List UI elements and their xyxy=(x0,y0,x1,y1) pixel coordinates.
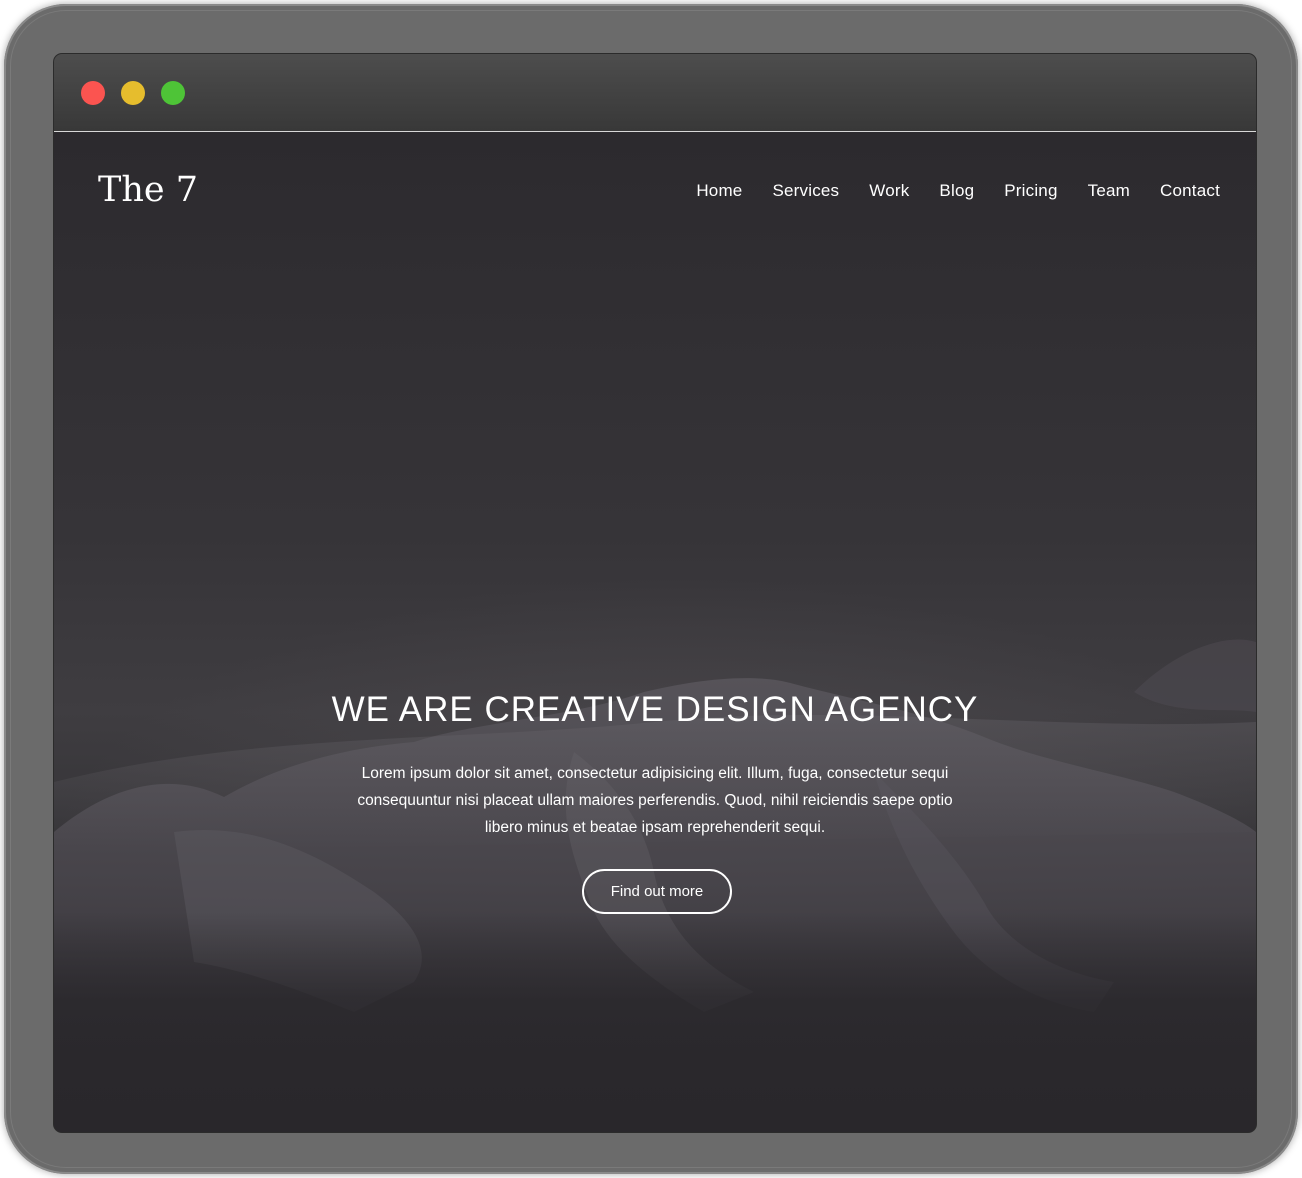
hero-title: WE ARE CREATIVE DESIGN AGENCY xyxy=(331,690,979,729)
zoom-window-button[interactable] xyxy=(161,81,185,105)
minimize-window-button[interactable] xyxy=(121,81,145,105)
hero-description: Lorem ipsum dolor sit amet, consectetur … xyxy=(357,765,953,836)
nav-link-services[interactable]: Services xyxy=(772,181,839,201)
nav-link-contact[interactable]: Contact xyxy=(1160,181,1220,201)
hero-section: The 7 Home Services Work Blog Pricing Te… xyxy=(54,132,1256,1132)
nav-link-team[interactable]: Team xyxy=(1088,181,1130,201)
nav-link-work[interactable]: Work xyxy=(869,181,909,201)
main-navigation: Home Services Work Blog Pricing Team Con… xyxy=(696,181,1220,201)
nav-link-home[interactable]: Home xyxy=(696,181,742,201)
device-frame: The 7 Home Services Work Blog Pricing Te… xyxy=(4,4,1298,1174)
nav-link-pricing[interactable]: Pricing xyxy=(1004,181,1057,201)
window-titlebar xyxy=(54,54,1256,132)
find-out-more-button[interactable]: Find out more xyxy=(582,869,732,914)
close-window-button[interactable] xyxy=(81,81,105,105)
browser-window: The 7 Home Services Work Blog Pricing Te… xyxy=(54,54,1256,1132)
mountain-background-image xyxy=(54,639,1256,1132)
nav-link-blog[interactable]: Blog xyxy=(939,181,974,201)
site-logo[interactable]: The 7 xyxy=(98,170,198,210)
